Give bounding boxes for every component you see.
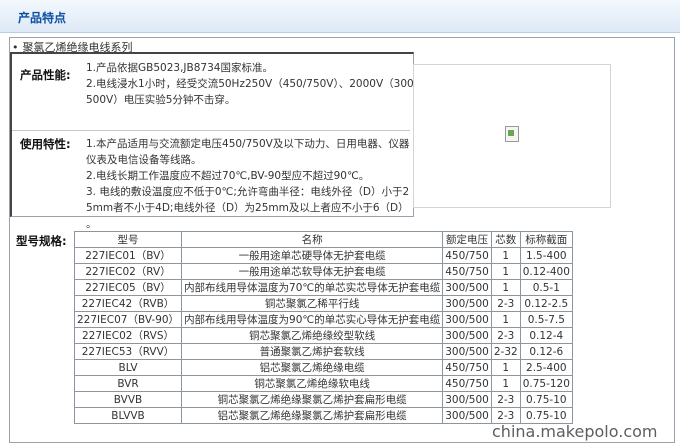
- usage-line: 3. 电线的敷设温度应不低于0℃;允许弯曲半径：电线外径（D）小于2: [86, 186, 410, 198]
- usage-label: 使用特性:: [20, 137, 71, 151]
- cell-model: BVVB: [73, 391, 183, 408]
- table-row: 227IEC01（BV） 一般用途单芯硬导体无护套电缆 450/750 1 1.5-40…: [73, 247, 573, 264]
- cell-name: 铝芯聚氯乙烯绝缘聚氯乙烯护套扁形电缆: [181, 407, 444, 424]
- column-header-section: 标称截面: [519, 231, 573, 248]
- table-row: BVR 铜芯聚氯乙烯绝缘软电线 450/750 1 0.75-120: [73, 375, 573, 392]
- column-header-name: 名称: [181, 231, 444, 248]
- cell-model: 227IEC42（RVB）: [73, 295, 183, 312]
- cell-name: 铜芯聚氯乙烯绝缘软电线: [181, 375, 444, 392]
- column-header-model: 型号: [73, 231, 183, 248]
- cell-voltage: 300/500: [442, 407, 492, 424]
- cell-section: 0.5-1: [519, 279, 573, 296]
- cell-name: 内部布线用导体温度为90℃的单芯实心导体无护套电缆: [181, 311, 444, 328]
- cell-cores: 2-3: [490, 391, 521, 408]
- cell-cores: 1: [490, 359, 521, 376]
- column-header-voltage: 额定电压: [442, 231, 492, 248]
- cell-name: 铝芯聚氯乙烯绝缘电缆: [181, 359, 444, 376]
- usage-description: 1.本产品适用与交流额定电压450/750V及以下动力、日用电器、仪器 仪表及电…: [86, 136, 409, 232]
- cell-voltage: 300/500: [442, 343, 492, 360]
- cell-name: 内部布线用导体温度为70℃的单芯实芯导体无护套电缆: [181, 279, 444, 296]
- cell-voltage: 450/750: [442, 359, 492, 376]
- cell-model: 227IEC01（BV）: [73, 247, 183, 264]
- watermark: china.makepolo.com: [492, 422, 658, 441]
- table-row: BVVB 铜芯聚氯乙烯绝缘聚氯乙烯护套扁形电缆 300/500 2-3 0.75-10: [73, 391, 573, 408]
- section-header: 产品特点: [0, 0, 680, 33]
- cell-cores: 1: [490, 247, 521, 264]
- table-row: BLV 铝芯聚氯乙烯绝缘电缆 450/750 1 2.5-400: [73, 359, 573, 376]
- spec-table: 型号 名称 额定电压 芯数 标称截面 227IEC01（BV） 一般用途单芯硬导体…: [73, 231, 573, 424]
- cell-cores: 1: [490, 279, 521, 296]
- cell-section: 0.12-6: [519, 343, 573, 360]
- cell-voltage: 300/500: [442, 327, 492, 344]
- table-row: 227IEC42（RVB） 铜芯聚氯乙稀平行线 300/500 2-3 0.12-2.5: [73, 295, 573, 312]
- cell-section: 0.5-7.5: [519, 311, 573, 328]
- cell-section: 0.12-400: [519, 263, 573, 280]
- cell-cores: 1: [490, 375, 521, 392]
- cell-section: 0.75-10: [519, 391, 573, 408]
- cell-model: 227IEC05（BV）: [73, 279, 183, 296]
- cell-voltage: 450/750: [442, 263, 492, 280]
- cell-name: 一般用途单芯软导体无护套电缆: [181, 263, 444, 280]
- cell-cores: 1: [490, 263, 521, 280]
- cell-name: 一般用途单芯硬导体无护套电缆: [181, 247, 444, 264]
- cell-voltage: 300/500: [442, 311, 492, 328]
- cell-name: 铜芯聚氯乙烯绝缘聚氯乙烯护套扁形电缆: [181, 391, 444, 408]
- table-row: 227IEC02（RVS） 铜芯聚氯乙烯绝缘绞型软线 300/500 2-3 0.12-…: [73, 327, 573, 344]
- section-title: 产品特点: [18, 11, 67, 25]
- usage-line: 仪表及电信设备等线路。: [86, 154, 202, 166]
- usage-line: 2.电线长期工作温度应不超过70℃,BV-90型应不超过90℃。: [86, 170, 370, 182]
- cell-name: 普通聚氯乙烯护套软线: [181, 343, 444, 360]
- cell-name: 铜芯聚氯乙烯绝缘绞型软线: [181, 327, 444, 344]
- table-row: 227IEC53（RVV） 普通聚氯乙烯护套软线 300/500 2-32 0.12-6: [73, 343, 573, 360]
- cell-model: BLVVB: [73, 407, 183, 424]
- cell-section: 0.12-2.5: [519, 295, 573, 312]
- column-header-cores: 芯数: [490, 231, 521, 248]
- cell-model: 227IEC07（BV-90）: [73, 311, 183, 328]
- cell-model: 227IEC02（RVS）: [73, 327, 183, 344]
- performance-line: 2.电线浸水1小时，经受交流50Hz250V（450/750V）、2000V（3…: [86, 78, 418, 90]
- table-header-row: 型号 名称 额定电压 芯数 标称截面: [73, 231, 573, 248]
- table-row: 227IEC07（BV-90） 内部布线用导体温度为90℃的单芯实心导体无护套电缆…: [73, 311, 573, 328]
- cell-section: 0.75-120: [519, 375, 573, 392]
- cell-section: 2.5-400: [519, 359, 573, 376]
- spec-label: 型号规格:: [16, 234, 67, 248]
- cell-model: 227IEC53（RVV）: [73, 343, 183, 360]
- cell-voltage: 300/500: [442, 295, 492, 312]
- cell-model: 227IEC02（RV）: [73, 263, 183, 280]
- usage-line: 5mm者不小于4D;电线外径（D）为25mm及以上者应不小于6（D）: [86, 202, 409, 214]
- performance-label: 产品性能:: [20, 68, 71, 82]
- cell-voltage: 300/500: [442, 279, 492, 296]
- performance-line: 500V）电压实验5分钟不击穿。: [86, 94, 236, 106]
- table-row: 227IEC02（RV） 一般用途单芯软导体无护套电缆 450/750 1 0.12-4…: [73, 263, 573, 280]
- usage-line: 1.本产品适用与交流额定电压450/750V及以下动力、日用电器、仪器: [86, 138, 410, 150]
- cell-model: BVR: [73, 375, 183, 392]
- cell-name: 铜芯聚氯乙稀平行线: [181, 295, 444, 312]
- performance-line: 1.产品依据GB5023,JB8734国家标准。: [86, 62, 273, 74]
- divider: [12, 130, 410, 131]
- cell-model: BLV: [73, 359, 183, 376]
- cell-voltage: 450/750: [442, 247, 492, 264]
- cell-section: 1.5-400: [519, 247, 573, 264]
- cell-cores: 2-32: [490, 343, 521, 360]
- usage-line: 。: [86, 218, 97, 230]
- cell-voltage: 300/500: [442, 391, 492, 408]
- cell-cores: 1: [490, 311, 521, 328]
- cell-cores: 2-3: [490, 295, 521, 312]
- table-row: 227IEC05（BV） 内部布线用导体温度为70℃的单芯实芯导体无护套电缆 300…: [73, 279, 573, 296]
- cell-voltage: 450/750: [442, 375, 492, 392]
- performance-description: 1.产品依据GB5023,JB8734国家标准。 2.电线浸水1小时，经受交流5…: [86, 60, 417, 108]
- cell-section: 0.12-4: [519, 327, 573, 344]
- broken-image-icon: [505, 126, 519, 142]
- product-image: [413, 64, 611, 208]
- cell-cores: 2-3: [490, 327, 521, 344]
